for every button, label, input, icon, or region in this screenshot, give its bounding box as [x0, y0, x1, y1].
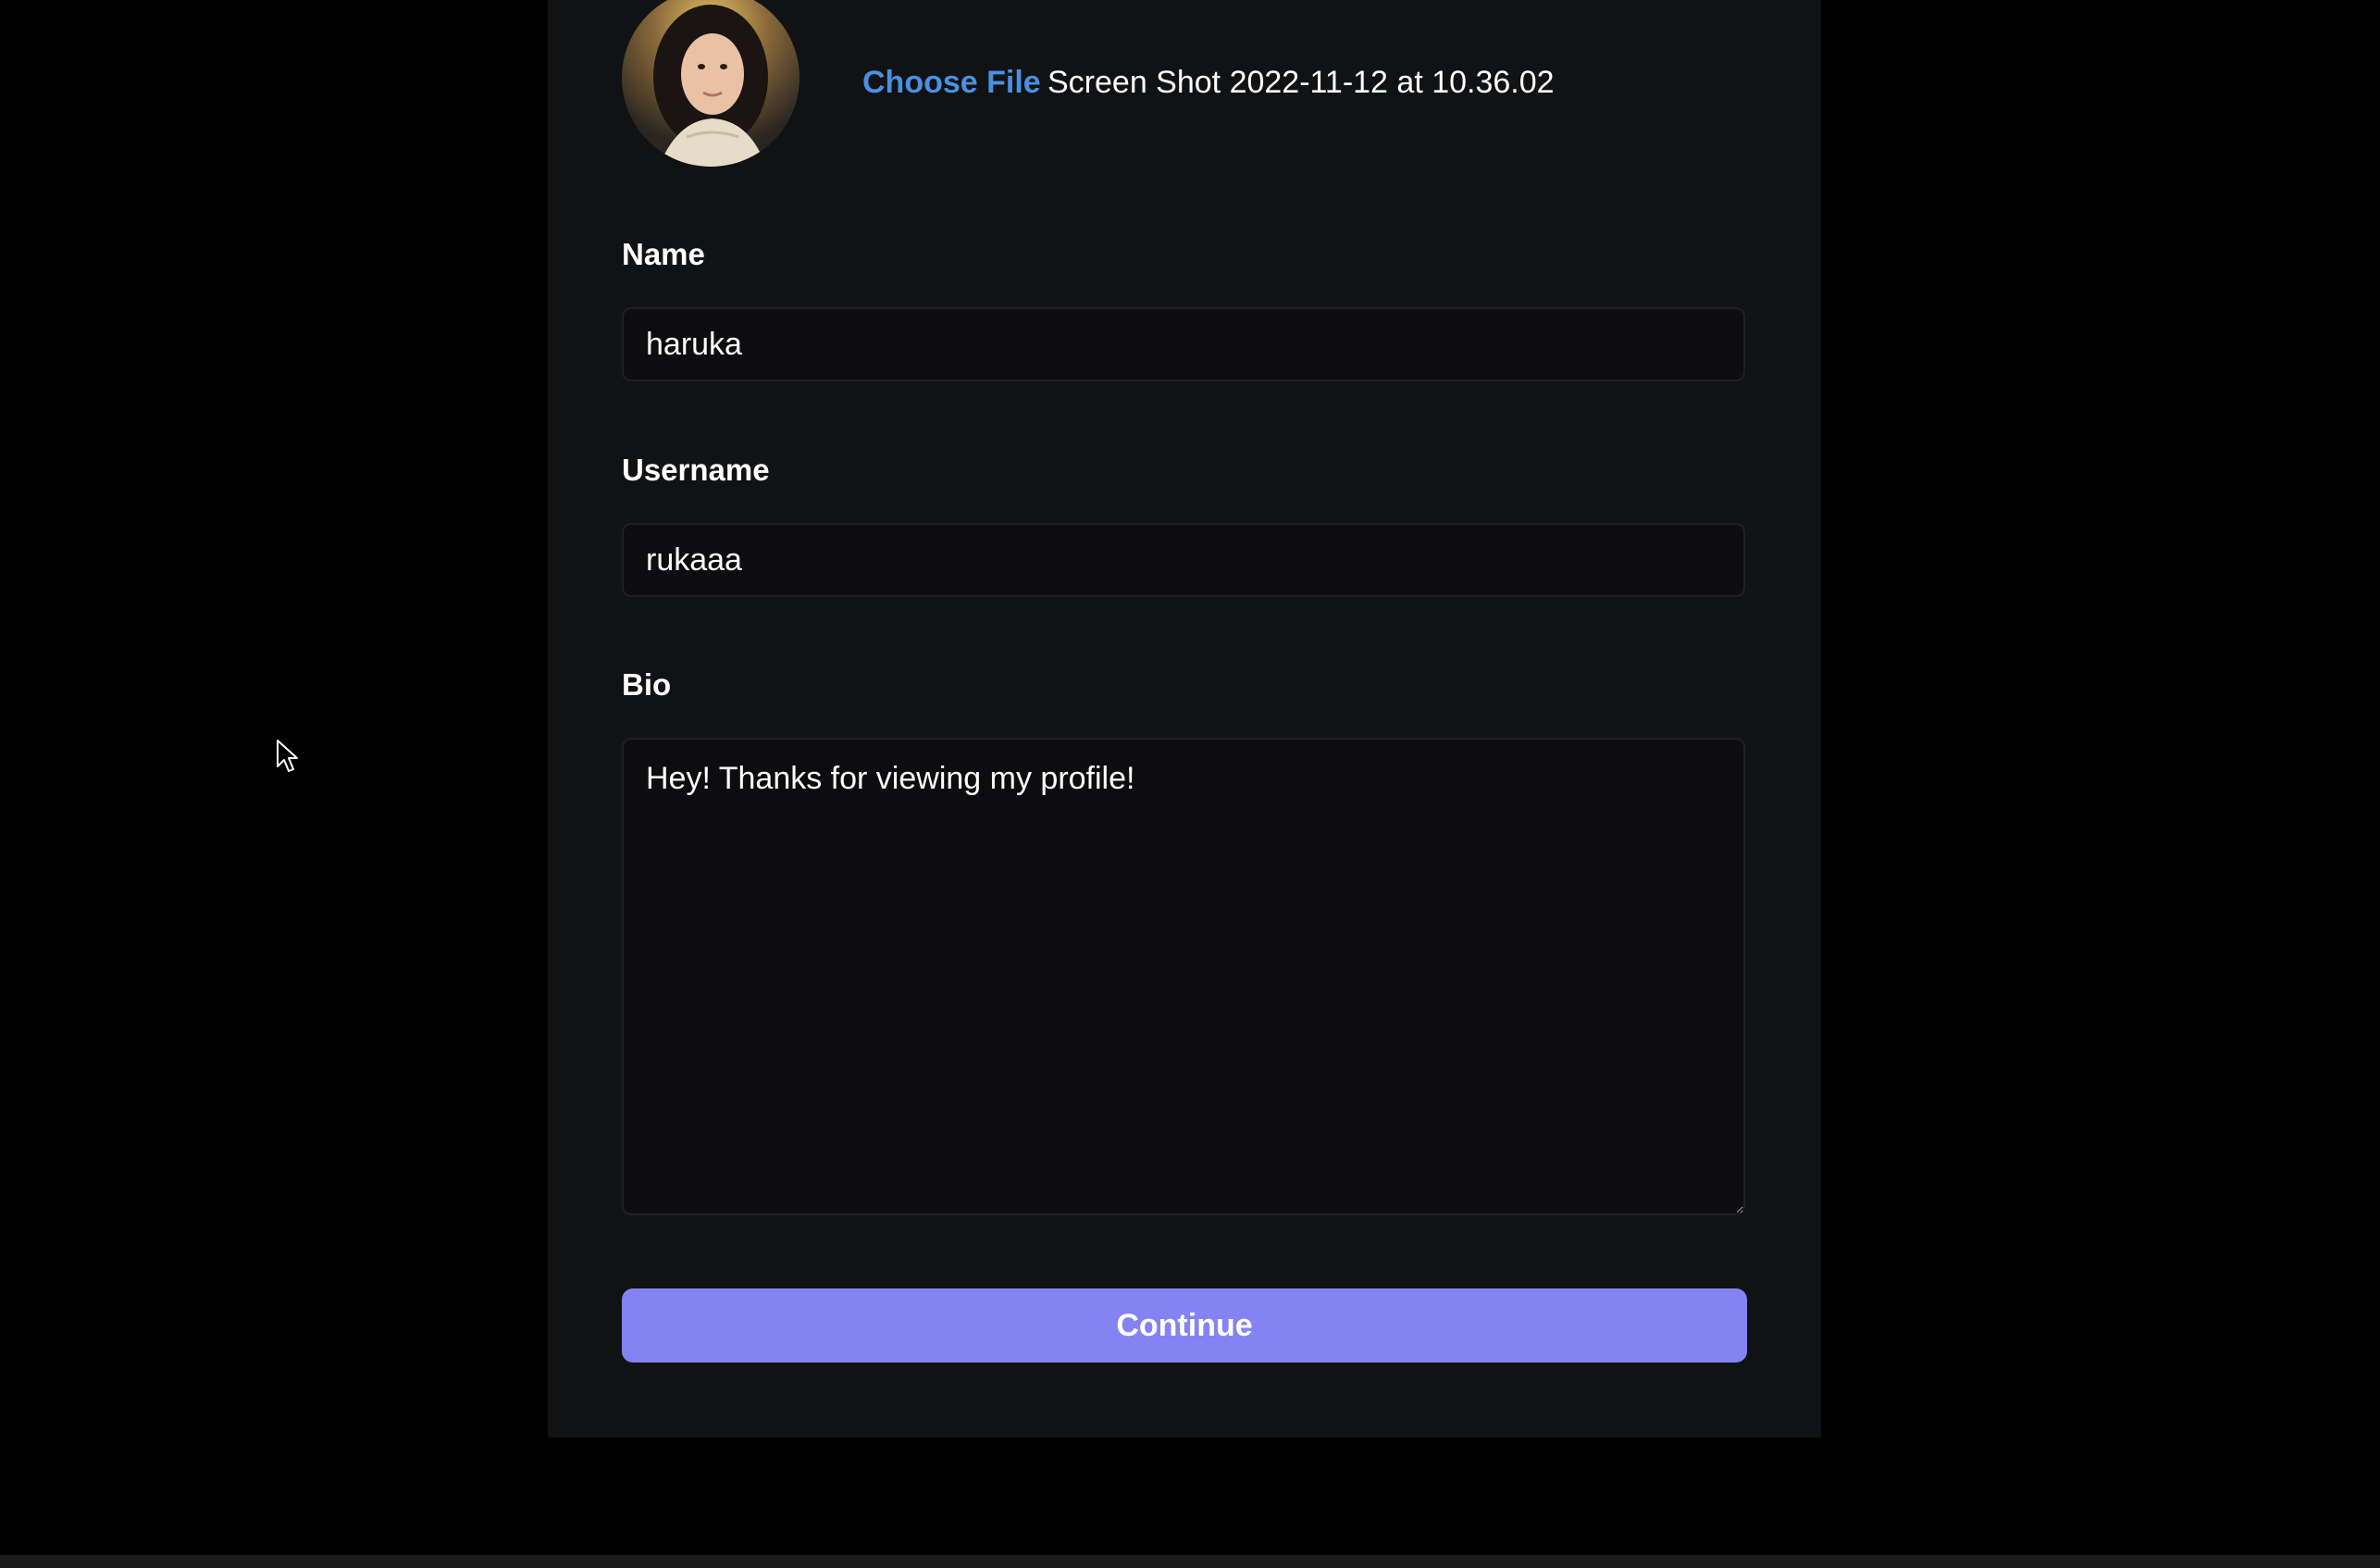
- bio-label: Bio: [622, 667, 672, 702]
- username-label: Username: [622, 453, 770, 487]
- bottom-edge: [0, 1555, 2380, 1568]
- selected-file-name: Screen Shot 2022-11-12 at 10.36.02: [1047, 65, 1555, 100]
- bio-textarea[interactable]: Hey! Thanks for viewing my profile!: [622, 738, 1745, 1215]
- avatar-photo: [622, 0, 800, 167]
- choose-file-button[interactable]: Choose File: [862, 65, 1041, 101]
- name-input[interactable]: [622, 307, 1745, 381]
- profile-setup-panel: Choose File Screen Shot 2022-11-12 at 10…: [548, 0, 1821, 1437]
- screen: Choose File Screen Shot 2022-11-12 at 10…: [0, 0, 2380, 1568]
- continue-button[interactable]: Continue: [622, 1288, 1747, 1363]
- username-input[interactable]: [622, 523, 1745, 597]
- mouse-cursor-icon: [277, 740, 298, 772]
- name-label: Name: [622, 237, 705, 271]
- avatar: [622, 0, 800, 167]
